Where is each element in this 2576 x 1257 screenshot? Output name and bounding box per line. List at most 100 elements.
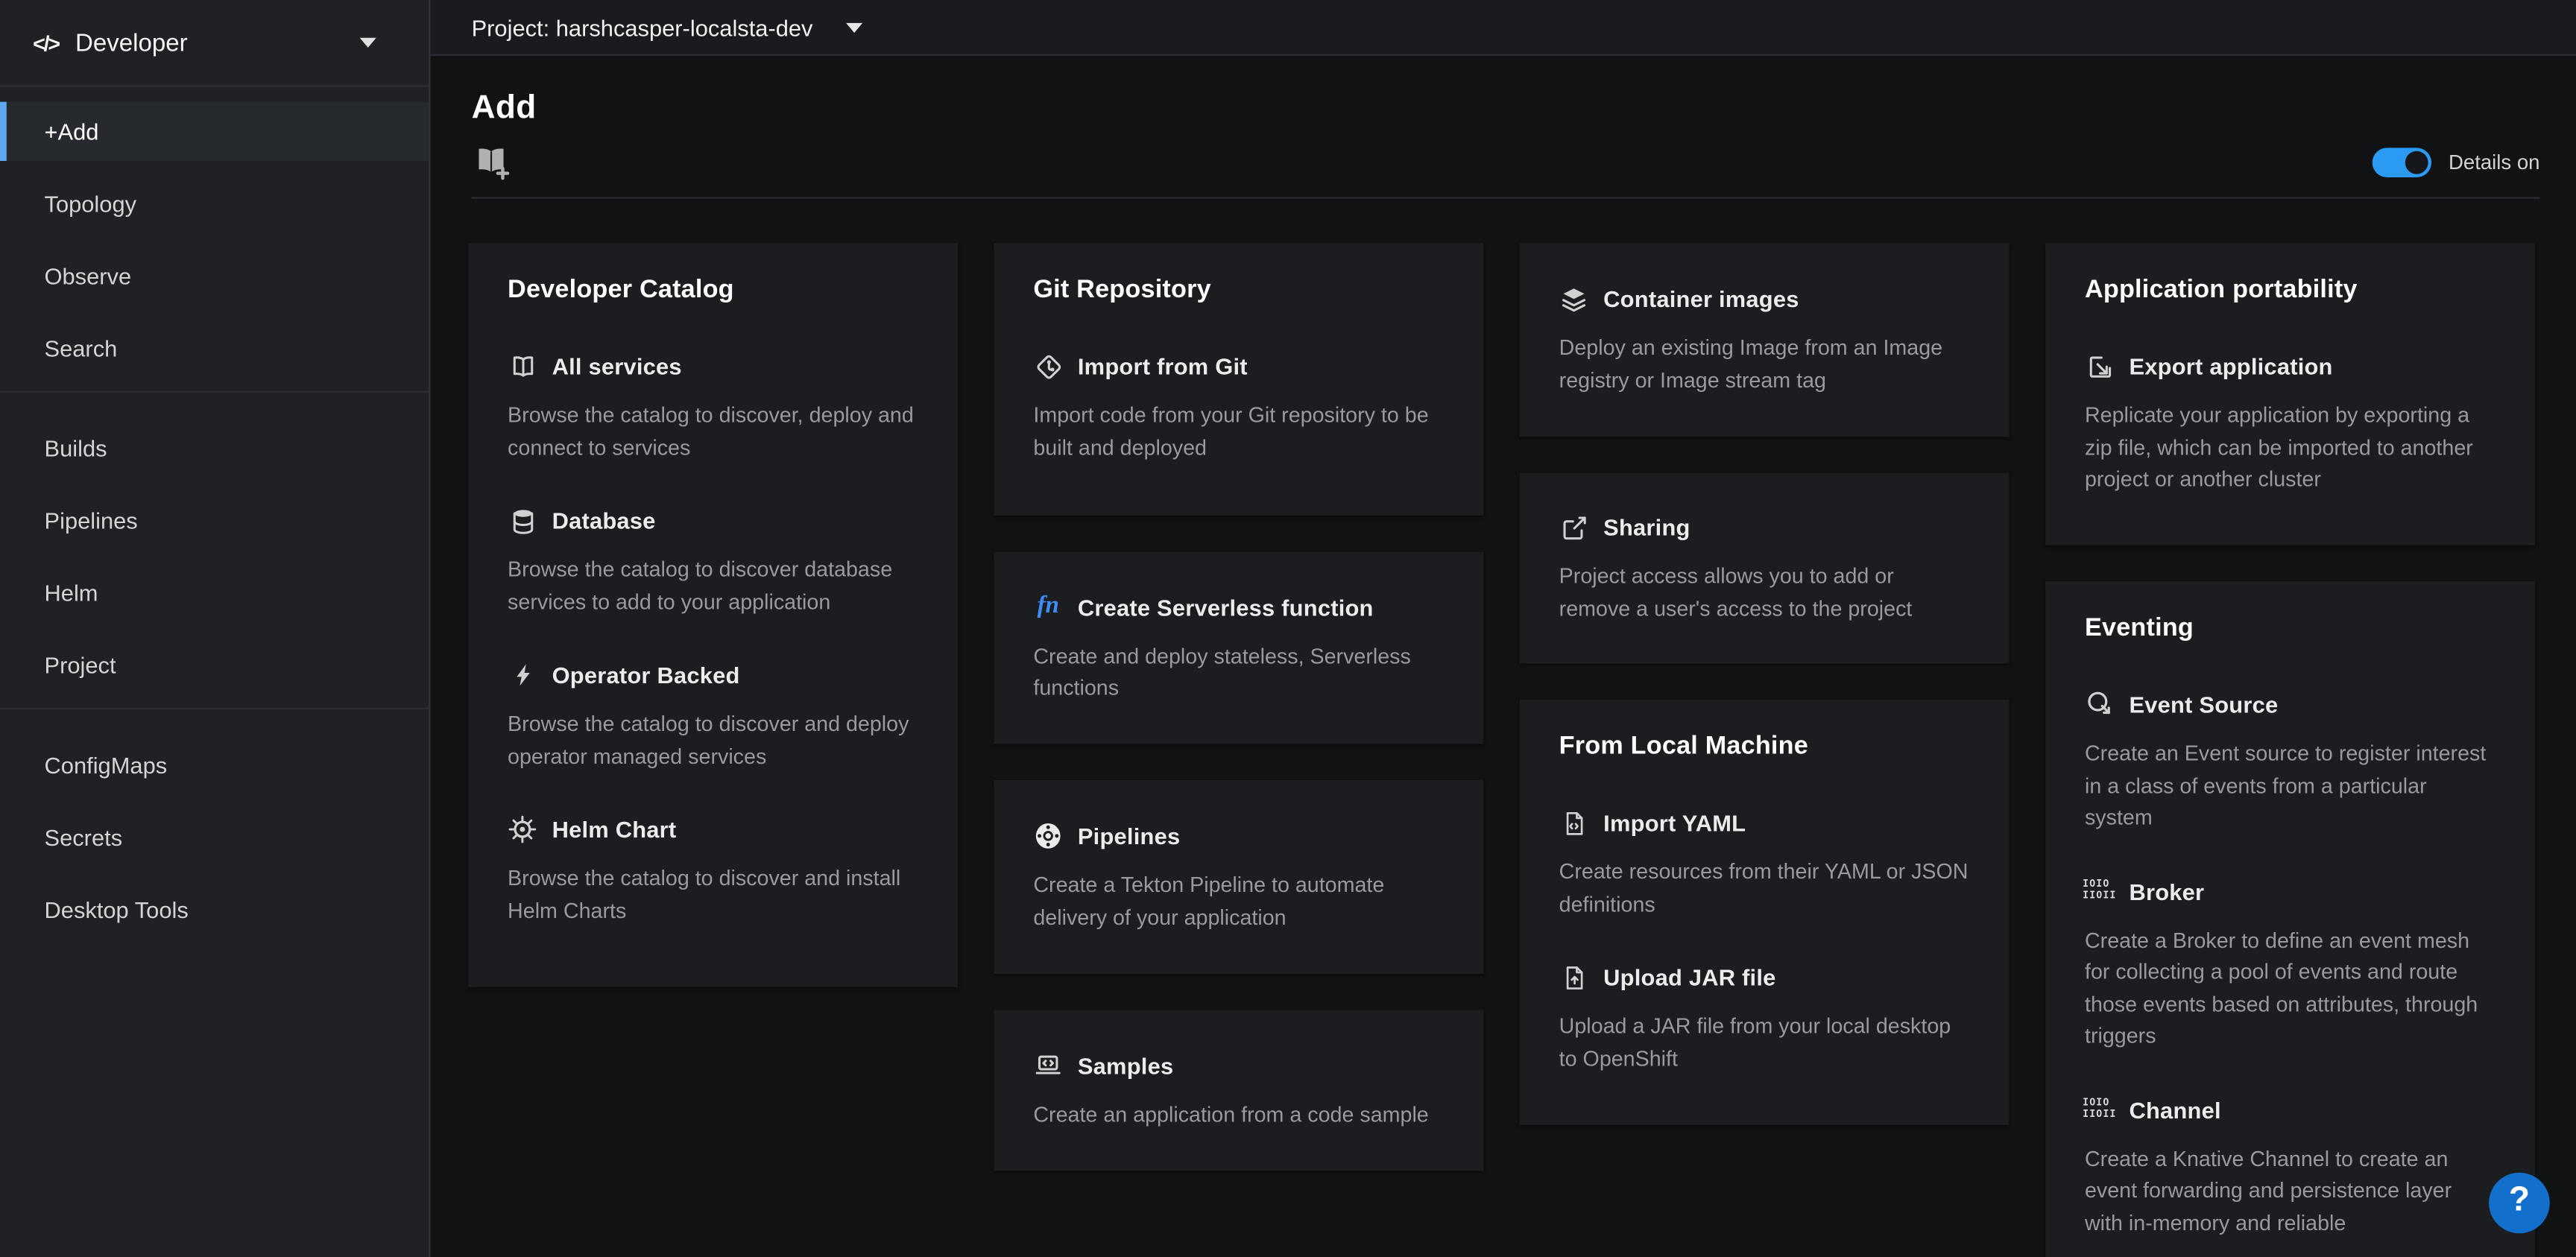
card-item-description: Create an Event source to register inter… [2085, 738, 2496, 834]
fn-icon: fn [1033, 592, 1063, 622]
card-item-head: Helm Chart [508, 814, 918, 844]
card-item-head: Container images [1559, 284, 1970, 314]
openshift-console: </> Developer +Add Topology Observe Search B… [0, 0, 2576, 1257]
page-header-toolbar: Details on [472, 143, 2540, 199]
catalog-column: Container images Deploy an existing Image… [1520, 243, 2010, 1125]
perspective-switcher[interactable]: </> Developer [0, 0, 429, 87]
card-item-description: Create resources from their YAML or JSON… [1559, 855, 1970, 919]
card-item-import-from-git[interactable]: Import from GitImport code from your Git… [1033, 352, 1444, 463]
card-developer-catalog: Developer CatalogAll servicesBrowse the … [468, 243, 958, 987]
card-item-label: Event Source [2129, 691, 2278, 718]
card-title: Developer Catalog [508, 276, 918, 305]
card-item-label: Export application [2129, 353, 2332, 379]
card-item-label: Operator Backed [552, 662, 740, 688]
card-item-description: Deploy an existing Image from an Image r… [1559, 332, 1970, 396]
catalog-column: Application portability Export applicatio… [2045, 243, 2535, 1257]
sidebar-item-search[interactable]: Search [0, 319, 429, 378]
layers-icon [1559, 284, 1589, 314]
sidebar-item-secrets[interactable]: Secrets [0, 808, 429, 867]
card-item-head: Database [508, 506, 918, 536]
sidebar-item-observe[interactable]: Observe [0, 247, 429, 305]
sidebar-divider [0, 708, 429, 709]
book-plus-icon[interactable] [472, 143, 511, 181]
add-options-grid: Developer CatalogAll servicesBrowse the … [430, 199, 2576, 1257]
card-title: From Local Machine [1559, 732, 1970, 762]
card-item-head: Import YAML [1559, 808, 1970, 838]
card-item-label: Import YAML [1603, 810, 1746, 836]
details-toggle-label: Details on [2449, 151, 2540, 174]
card-item-database[interactable]: Database Browse the catalog to discover d… [508, 506, 918, 618]
tekton-icon [1033, 821, 1063, 851]
card-item-upload-jar-file[interactable]: Upload JAR file Upload a JAR file from yo… [1559, 963, 1970, 1074]
card-item-sharing[interactable]: SharingProject access allows you to add … [1559, 513, 1970, 624]
card-item-import-yaml[interactable]: Import YAML Create resources from their Y… [1559, 808, 1970, 919]
card-item-description: Browse the catalog to discover and insta… [508, 862, 918, 926]
card-item-head: All services [508, 352, 918, 381]
card-item-container-images[interactable]: Container images Deploy an existing Image… [1559, 284, 1970, 396]
card-item-description: Browse the catalog to discover and deplo… [508, 708, 918, 772]
card-item-head: IOIOIIOIIBroker [2085, 876, 2496, 906]
card-title: Git Repository [1033, 276, 1444, 305]
binary-icon: IOIOIIOII [2085, 1095, 2115, 1124]
card-item-helm-chart[interactable]: Helm Chart Browse the catalog to discover… [508, 814, 918, 926]
card-item-description: Project access allows you to add or remo… [1559, 560, 1970, 624]
chevron-down-icon [360, 38, 376, 48]
card-item-samples[interactable]: SamplesCreate an application from a code… [1033, 1051, 1444, 1130]
card-item-label: Channel [2129, 1096, 2220, 1122]
project-selector[interactable]: Project: harshcasper-localsta-dev [472, 14, 862, 40]
page-header: Add Details on [430, 56, 2576, 199]
card-item-description: Create and deploy stateless, Serverless … [1033, 639, 1444, 703]
sidebar-item-desktop-tools[interactable]: Desktop Tools [0, 880, 429, 939]
card-container-images: Container images Deploy an existing Image… [1520, 243, 2010, 437]
card-eventing: Eventing Event Source Create an Event sour… [2045, 581, 2535, 1257]
card-item-broker[interactable]: IOIOIIOIIBroker Create a Broker to define… [2085, 876, 2496, 1052]
card-item-description: Create a Broker to define an event mesh … [2085, 924, 2496, 1052]
card-item-label: Import from Git [1078, 353, 1248, 379]
card-item-event-source[interactable]: Event Source Create an Event source to re… [2085, 690, 2496, 834]
card-item-operator-backed[interactable]: Operator Backed Browse the catalog to dis… [508, 660, 918, 772]
card-title: Eventing [2085, 614, 2496, 644]
sidebar: </> Developer +Add Topology Observe Search B… [0, 0, 430, 1257]
chevron-down-icon [846, 22, 862, 32]
file-upload-icon [1559, 963, 1589, 992]
card-item-head: IOIOIIOII Channel [2085, 1095, 2496, 1124]
card-item-create-serverless-function[interactable]: fn Create Serverless function Create and d… [1033, 592, 1444, 704]
card-item-description: Upload a JAR file from your local deskto… [1559, 1010, 1970, 1074]
card-item-all-services[interactable]: All servicesBrowse the catalog to discov… [508, 352, 918, 463]
sidebar-item-add[interactable]: +Add [0, 102, 429, 161]
catalog-column: Git Repository Import from GitImport code… [994, 243, 1483, 1171]
card-title: Application portability [2085, 276, 2496, 305]
sidebar-item-helm[interactable]: Helm [0, 563, 429, 622]
sidebar-item-project[interactable]: Project [0, 636, 429, 694]
details-toggle-group: Details on [2373, 147, 2540, 177]
sidebar-item-topology[interactable]: Topology [0, 174, 429, 233]
card-item-head: Upload JAR file [1559, 963, 1970, 992]
card-item-label: Samples [1078, 1052, 1173, 1078]
sidebar-item-configmaps[interactable]: ConfigMaps [0, 735, 429, 794]
bolt-icon [508, 660, 537, 690]
toggle-knob [2406, 151, 2429, 174]
binary-icon: IOIOIIOII [2085, 876, 2115, 906]
sidebar-nav: +Add Topology Observe Search Builds Pipelines… [0, 87, 429, 940]
code-icon: </> [33, 31, 59, 55]
sidebar-item-builds[interactable]: Builds [0, 419, 429, 478]
card-pipelines: PipelinesCreate a Tekton Pipeline to aut… [994, 780, 1483, 974]
card-item-export-application[interactable]: Export applicationReplicate your applica… [2085, 352, 2496, 495]
card-item-channel[interactable]: IOIOIIOIIChannelCreate a Knative Channel… [2085, 1095, 2496, 1238]
details-toggle[interactable] [2373, 147, 2432, 177]
git-icon [1033, 352, 1063, 381]
card-item-pipelines[interactable]: PipelinesCreate a Tekton Pipeline to aut… [1033, 821, 1444, 933]
card-item-head: Export application [2085, 352, 2496, 381]
card-sharing: SharingProject access allows you to add … [1520, 473, 2010, 664]
card-item-head: fn Create Serverless function [1033, 592, 1444, 622]
export-icon [2085, 352, 2115, 381]
card-item-description: Browse the catalog to discover database … [508, 554, 918, 618]
project-selector-label: Project: harshcasper-localsta-dev [472, 14, 813, 40]
card-serverless: fn Create Serverless function Create and d… [994, 552, 1483, 744]
help-button[interactable]: ? [2489, 1172, 2550, 1233]
card-item-label: Pipelines [1078, 823, 1180, 849]
card-item-label: Helm Chart [552, 816, 677, 842]
share-icon [1559, 513, 1589, 542]
sidebar-item-pipelines[interactable]: Pipelines [0, 491, 429, 550]
card-item-label: Create Serverless function [1078, 594, 1374, 620]
